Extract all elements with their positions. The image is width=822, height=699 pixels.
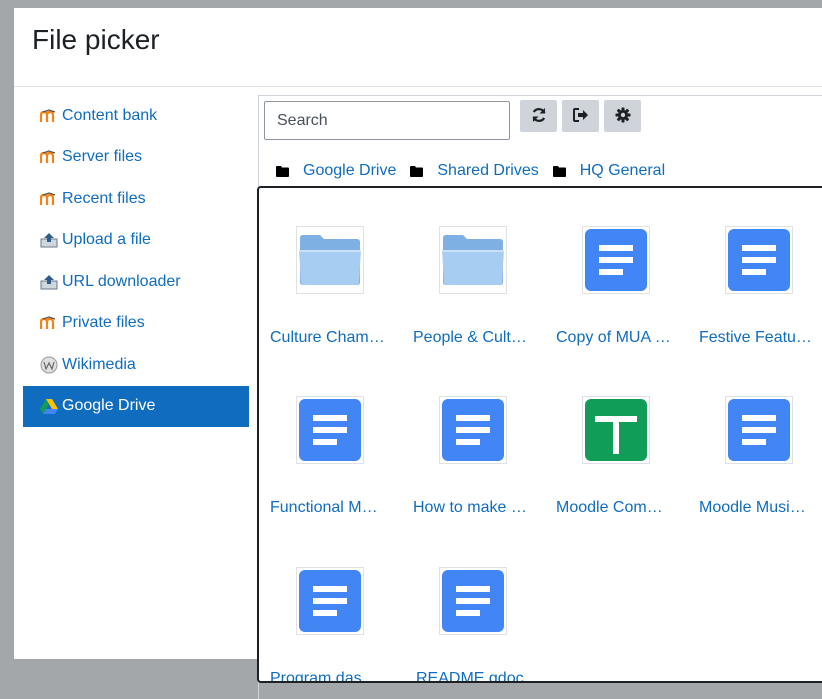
file-name: Moodle Com… (556, 499, 663, 516)
breadcrumb-label: HQ General (579, 162, 666, 179)
moodle-icon (39, 107, 59, 125)
moodle-icon (39, 148, 59, 166)
folder-icon (552, 165, 566, 177)
sidebar-item-label: URL downloader (62, 272, 181, 290)
folder-icon (276, 165, 289, 177)
moodle-icon (39, 314, 59, 332)
google-doc-icon (439, 567, 507, 635)
backdrop-gap (0, 343, 14, 659)
file-name: Functional M… (270, 499, 378, 516)
logout-icon (572, 107, 589, 125)
folder-icon (410, 165, 424, 177)
sidebar-item-url-downloader[interactable]: URL downloader (23, 261, 249, 303)
breadcrumb: Google Drive Shared Drives HQ General (276, 160, 679, 182)
sidebar-item-label: Wikimedia (62, 355, 136, 373)
file-name: Program das… (270, 670, 378, 683)
url-icon (39, 273, 59, 291)
wikimedia-icon (39, 356, 59, 374)
sidebar-item-label: Content bank (62, 106, 158, 124)
dialog-title: File picker (32, 24, 160, 55)
breadcrumb-label: Shared Drives (437, 162, 539, 179)
google-doc-icon (296, 396, 364, 464)
sidebar-item-label: Private files (62, 314, 145, 332)
file-name: Copy of MUA … (556, 329, 671, 346)
file-name: How to make … (413, 499, 527, 516)
sidebar-item-google-drive[interactable]: Google Drive (23, 385, 249, 427)
refresh-button[interactable] (520, 100, 557, 132)
sidebar-item-upload-a-file[interactable]: Upload a file (23, 220, 249, 262)
breadcrumb-item-google-drive[interactable]: Google Drive (276, 162, 396, 180)
file-name: Culture Cham… (270, 329, 385, 346)
sidebar-item-label: Recent files (62, 189, 146, 207)
sidebar-item-private-files[interactable]: Private files (23, 303, 249, 345)
google-doc-icon (296, 567, 364, 635)
file-name: Moodle Musi… (699, 499, 806, 516)
search-input[interactable] (264, 101, 510, 140)
folder-icon (439, 226, 507, 294)
file-name: People & Cult… (413, 329, 527, 346)
google-sheet-icon (582, 396, 650, 464)
file-name: Festive Featu… (699, 329, 812, 346)
logout-button[interactable] (562, 100, 599, 132)
settings-button[interactable] (604, 100, 641, 132)
sidebar-item-content-bank[interactable]: Content bank (23, 95, 249, 137)
google-doc-icon (725, 226, 793, 294)
upload-icon (39, 231, 59, 249)
breadcrumb-label: Google Drive (303, 162, 397, 179)
dialog-header: File picker (14, 8, 822, 87)
sidebar-item-label: Google Drive (62, 397, 156, 415)
sidebar-item-recent-files[interactable]: Recent files (23, 178, 249, 220)
gear-icon (615, 107, 631, 126)
folder-icon (296, 226, 364, 294)
file-name: README.gdoc (416, 670, 524, 683)
google-doc-icon (439, 396, 507, 464)
repository-sidebar: Content bank Server files Recent files U… (23, 95, 249, 427)
google-doc-icon (582, 226, 650, 294)
sidebar-item-server-files[interactable]: Server files (23, 137, 249, 179)
google-drive-icon (39, 397, 59, 415)
sidebar-item-label: Upload a file (62, 231, 151, 249)
google-doc-icon (725, 396, 793, 464)
file-grid: Culture Cham… People & Cult… Copy of MUA… (257, 186, 822, 683)
moodle-icon (39, 190, 59, 208)
breadcrumb-item-hq-general[interactable]: HQ General (552, 162, 666, 180)
refresh-icon (531, 107, 547, 126)
sidebar-item-wikimedia[interactable]: Wikimedia (23, 344, 249, 386)
breadcrumb-item-shared-drives[interactable]: Shared Drives (410, 162, 539, 180)
sidebar-item-label: Server files (62, 148, 143, 166)
